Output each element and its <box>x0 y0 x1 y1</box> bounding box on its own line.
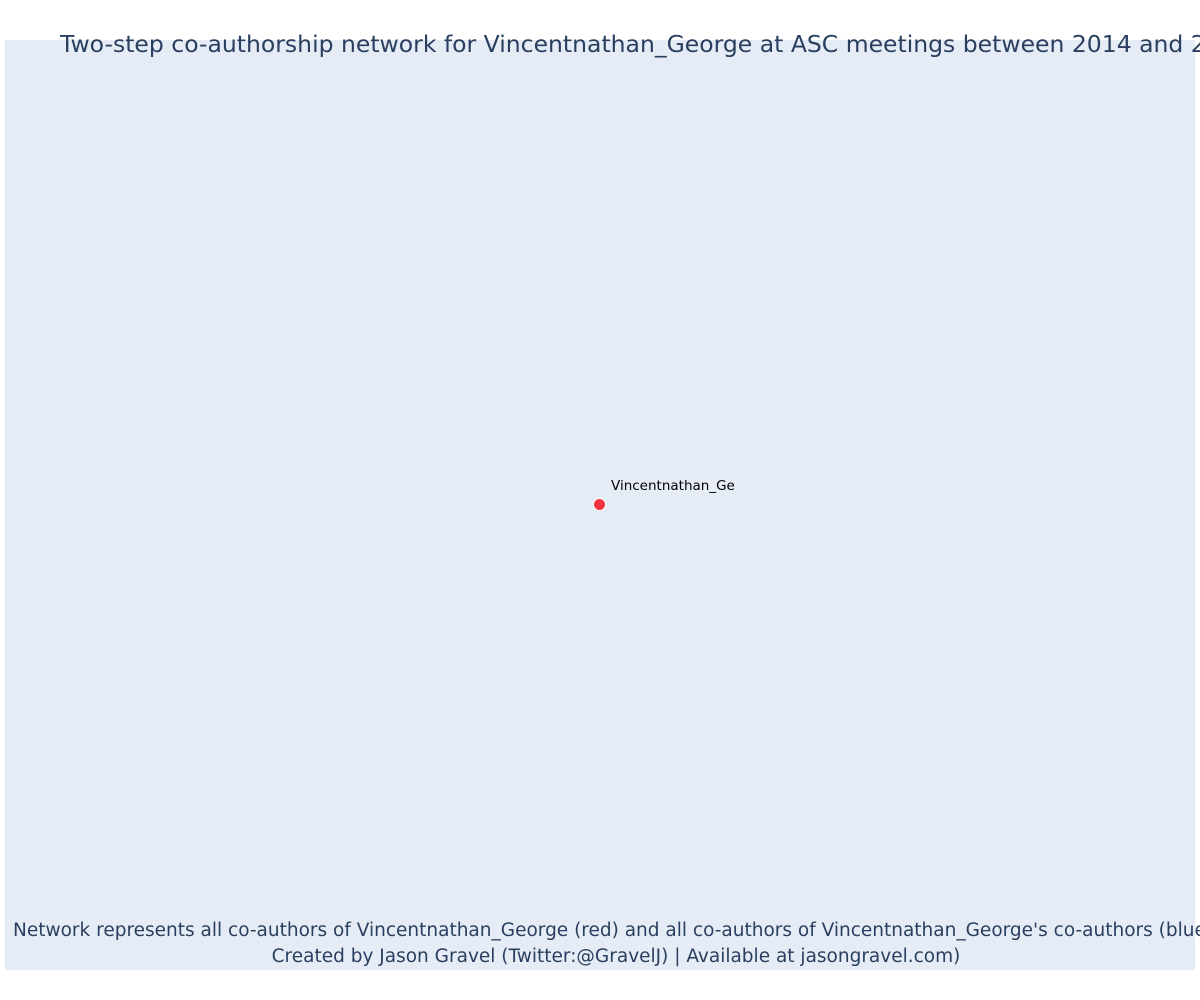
chart-title: Two-step co-authorship network for Vince… <box>60 30 1200 58</box>
focal-author-label: Vincentnathan_Ge <box>611 478 735 494</box>
network-description: Network represents all co-authors of Vin… <box>13 920 1200 941</box>
focal-author-node[interactable] <box>593 498 606 511</box>
credit-line: Created by Jason Gravel (Twitter:@Gravel… <box>271 946 961 967</box>
network-figure: Two-step co-authorship network for Vince… <box>0 0 1200 1000</box>
